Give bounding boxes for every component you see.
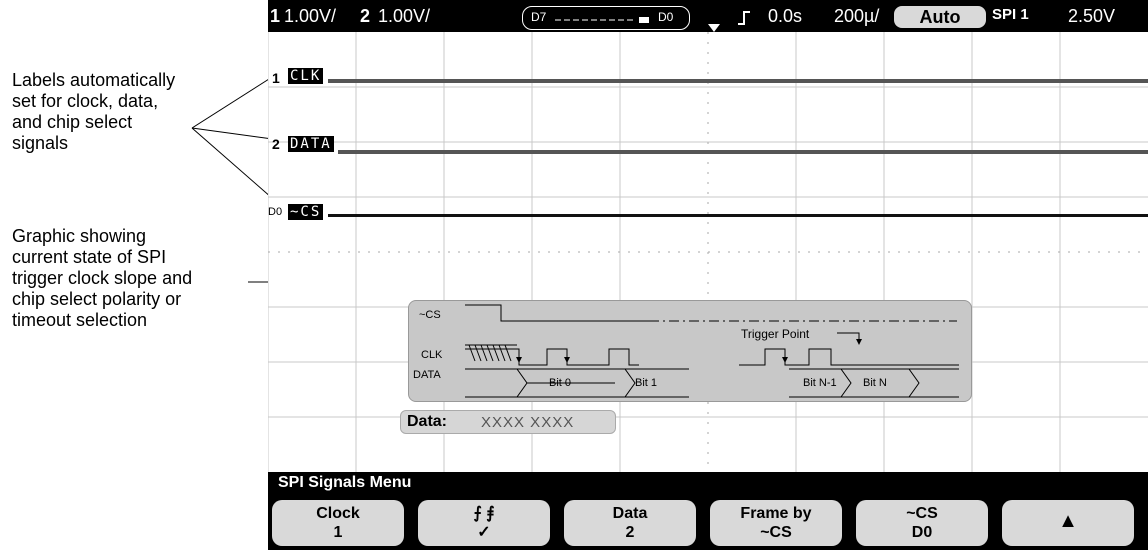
clock-slope-softkey[interactable]: ⨍ ⨎ ✓: [418, 500, 550, 546]
digital-right-label: D0: [658, 10, 674, 24]
data-pattern-value: XXXX XXXX: [481, 414, 575, 431]
data-pattern-box: Data: XXXX XXXX: [400, 410, 616, 434]
up-arrow-icon: ▲: [1058, 510, 1078, 532]
data-softkey[interactable]: Data 2: [564, 500, 696, 546]
waveform-traces: [328, 79, 1148, 217]
menu-title: SPI Signals Menu: [278, 474, 412, 491]
softkey-value: D0: [911, 524, 933, 541]
menu-up-softkey[interactable]: ▲: [1002, 500, 1134, 546]
callout-line: timeout selection: [12, 310, 148, 330]
ch1-number: 1: [270, 6, 281, 26]
trigger-source: SPI 1: [992, 6, 1029, 23]
data-pattern-label: Data:: [407, 413, 448, 430]
spi-trigger-graphic: ~CS CLK DATA Trigger Point Bit 0 Bit 1 B…: [408, 300, 972, 402]
softkey-label: Frame by: [740, 505, 812, 522]
bit-label: Bit N-1: [803, 377, 837, 389]
softkey-label: Data: [612, 505, 648, 522]
delay-value: 0.0s: [768, 6, 803, 26]
softkey-value: 2: [625, 524, 635, 541]
digital-channel-box: D7 D0: [522, 6, 690, 30]
bit-label: Bit N: [863, 377, 887, 389]
digital-left-label: D7: [531, 10, 547, 24]
ch2-marker: 2: [272, 136, 280, 152]
ch1-scale: 1.00V/: [284, 6, 337, 26]
timebase-value: 200µ/: [834, 6, 880, 26]
callout-leaders: [191, 71, 290, 283]
d0-marker: D0: [268, 206, 283, 218]
ch2-scale: 1.00V/: [378, 6, 431, 26]
digital-activity-icon: [555, 17, 649, 23]
cs-trace-label: ~CS: [288, 204, 324, 220]
trigger-marker-icon: [708, 24, 720, 32]
softkey-label: Clock: [316, 505, 360, 522]
data-trace-label: DATA: [288, 136, 334, 152]
clock-softkey[interactable]: Clock 1: [272, 500, 404, 546]
softkey-value: 1: [333, 524, 343, 541]
trigger-mode-badge: Auto: [894, 6, 986, 28]
softkey-label: ~CS: [906, 505, 938, 522]
status-bar: 1 1.00V/ 2 1.00V/ D7 D0 0.0s 200µ/ Auto …: [268, 0, 1148, 32]
oscilloscope-screen: 1 1.00V/ 2 1.00V/ D7 D0 0.0s 200µ/ Auto …: [268, 0, 1148, 550]
softkey-value: ~CS: [760, 524, 792, 541]
bit-label: Bit 1: [635, 377, 658, 389]
ch2-number: 2: [360, 6, 371, 26]
trigger-level: 2.50V: [1068, 6, 1116, 26]
frame-by-softkey[interactable]: Frame by ~CS: [710, 500, 842, 546]
trigger-edge-icon: [738, 11, 750, 25]
softkey-label: ⨍ ⨎: [473, 505, 495, 522]
bit-label: Bit 0: [549, 377, 572, 389]
softkey-value: ✓: [477, 524, 491, 541]
clk-trace-label: CLK: [288, 68, 324, 84]
cs-softkey[interactable]: ~CS D0: [856, 500, 988, 546]
graticule: CLK DATA ~CS 1 2 D0 ~CS CLK DATA Trigger…: [268, 32, 1148, 472]
ch1-marker: 1: [272, 70, 280, 86]
